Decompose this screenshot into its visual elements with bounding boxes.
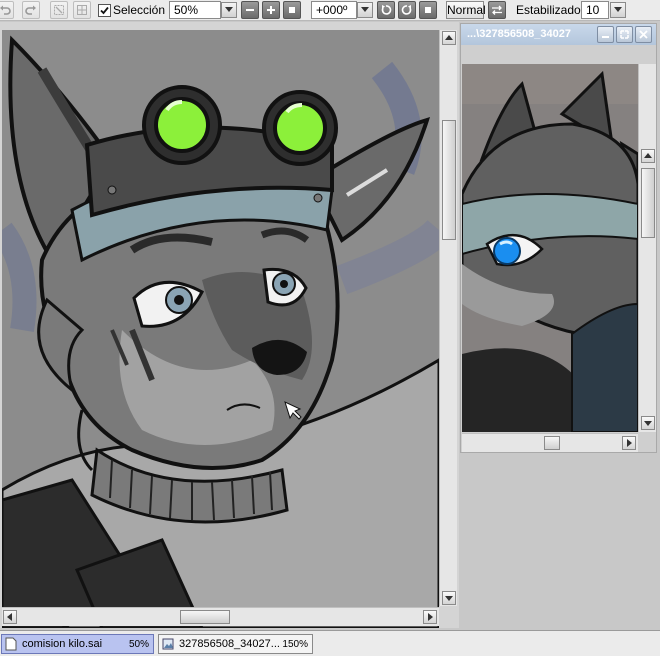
secondary-canvas[interactable]	[462, 64, 638, 432]
secondary-vertical-scrollbar[interactable]	[638, 64, 656, 432]
chevron-down-icon	[614, 7, 622, 12]
document-icon	[5, 637, 17, 651]
rotation-dropdown-button[interactable]	[357, 2, 373, 18]
zoom-field[interactable]: 50%	[169, 1, 221, 19]
arrow-down-icon	[445, 596, 453, 601]
secondary-scroll-down-button[interactable]	[641, 416, 655, 430]
zoom-dropdown-button[interactable]	[221, 2, 237, 18]
zoom-reset-button[interactable]	[283, 1, 301, 19]
secondary-window-title: ...\327856508_34027	[467, 28, 571, 40]
deselect-icon	[54, 5, 64, 15]
minus-icon	[246, 9, 254, 11]
close-button[interactable]	[635, 26, 652, 43]
rotate-left-icon	[381, 5, 392, 15]
secondary-horizontal-scrollbar[interactable]	[462, 433, 638, 452]
document-tab-comision-kilo[interactable]: comision kilo.sai 50%	[1, 634, 154, 654]
flip-horizontal-button[interactable]	[488, 1, 506, 19]
secondary-canvas-window: ...\327856508_34027	[460, 23, 657, 453]
selection-grid-icon	[77, 5, 87, 15]
rotate-left-button[interactable]	[377, 1, 395, 19]
arrow-up-icon	[644, 153, 652, 158]
secondary-vertical-scroll-thumb[interactable]	[641, 168, 655, 238]
invert-selection-button[interactable]	[73, 1, 91, 19]
horizontal-scroll-thumb[interactable]	[180, 610, 230, 624]
main-horizontal-scrollbar[interactable]	[2, 607, 439, 626]
redo-icon	[25, 5, 36, 15]
undo-button[interactable]	[0, 1, 14, 19]
arrow-down-icon	[644, 421, 652, 426]
stabilizer-label: Estabilizador	[516, 3, 585, 17]
rotate-right-button[interactable]	[398, 1, 416, 19]
scroll-down-button[interactable]	[442, 591, 456, 605]
scroll-left-button[interactable]	[3, 610, 17, 624]
artwork-wolf-with-goggles	[2, 30, 439, 628]
maximize-icon	[620, 30, 629, 39]
zoom-out-button[interactable]	[241, 1, 259, 19]
minimize-button[interactable]	[597, 26, 614, 43]
flip-arrows-icon	[492, 5, 502, 15]
secondary-scroll-up-button[interactable]	[641, 149, 655, 163]
main-vertical-scrollbar[interactable]	[439, 30, 457, 606]
rotate-right-icon	[401, 5, 412, 15]
redo-button[interactable]	[22, 1, 40, 19]
blend-mode-button[interactable]: Normal	[446, 1, 486, 19]
document-tab-name: comision kilo.sai	[22, 638, 103, 650]
secondary-horizontal-scroll-thumb[interactable]	[544, 436, 560, 450]
chevron-down-icon	[225, 7, 233, 12]
secondary-scroll-right-button[interactable]	[622, 436, 636, 450]
zoom-in-button[interactable]	[262, 1, 280, 19]
chevron-down-icon	[361, 7, 369, 12]
stabilizer-dropdown-button[interactable]	[610, 2, 626, 18]
rotation-reset-button[interactable]	[419, 1, 437, 19]
deselect-button[interactable]	[50, 1, 68, 19]
artwork-reference-wolf	[462, 64, 638, 432]
close-icon	[639, 30, 648, 39]
main-canvas[interactable]	[2, 30, 439, 628]
stabilizer-field[interactable]: 10	[581, 1, 609, 19]
document-tab-327856508[interactable]: 327856508_34027... 150%	[158, 634, 313, 654]
arrow-right-icon	[627, 439, 632, 447]
rotation-field[interactable]: +000º	[311, 1, 357, 19]
arrow-left-icon	[7, 613, 12, 621]
selection-label: Selección	[113, 3, 166, 17]
vertical-scroll-thumb[interactable]	[442, 120, 456, 240]
maximize-button[interactable]	[616, 26, 633, 43]
main-canvas-window	[0, 22, 459, 628]
undo-icon	[0, 5, 11, 15]
scroll-right-button[interactable]	[423, 610, 437, 624]
image-document-icon	[162, 638, 174, 650]
secondary-window-titlebar[interactable]: ...\327856508_34027	[461, 24, 656, 45]
canvas-toolbar: Selección 50% +000º Normal Estabilizador…	[0, 0, 660, 21]
minimize-icon	[602, 36, 609, 38]
selection-checkbox[interactable]	[98, 4, 111, 17]
arrow-right-icon	[428, 613, 433, 621]
document-tab-zoom: 50%	[128, 638, 149, 650]
plus-icon	[267, 6, 275, 14]
document-tab-name: 327856508_34027...	[179, 638, 280, 650]
square-icon	[289, 7, 295, 13]
arrow-up-icon	[445, 35, 453, 40]
document-tab-zoom: 150%	[282, 638, 308, 650]
document-tab-bar: comision kilo.sai 50% 327856508_34027...…	[0, 630, 660, 656]
square-icon	[425, 7, 431, 13]
scroll-up-button[interactable]	[442, 31, 456, 45]
checkmark-icon	[100, 6, 109, 15]
